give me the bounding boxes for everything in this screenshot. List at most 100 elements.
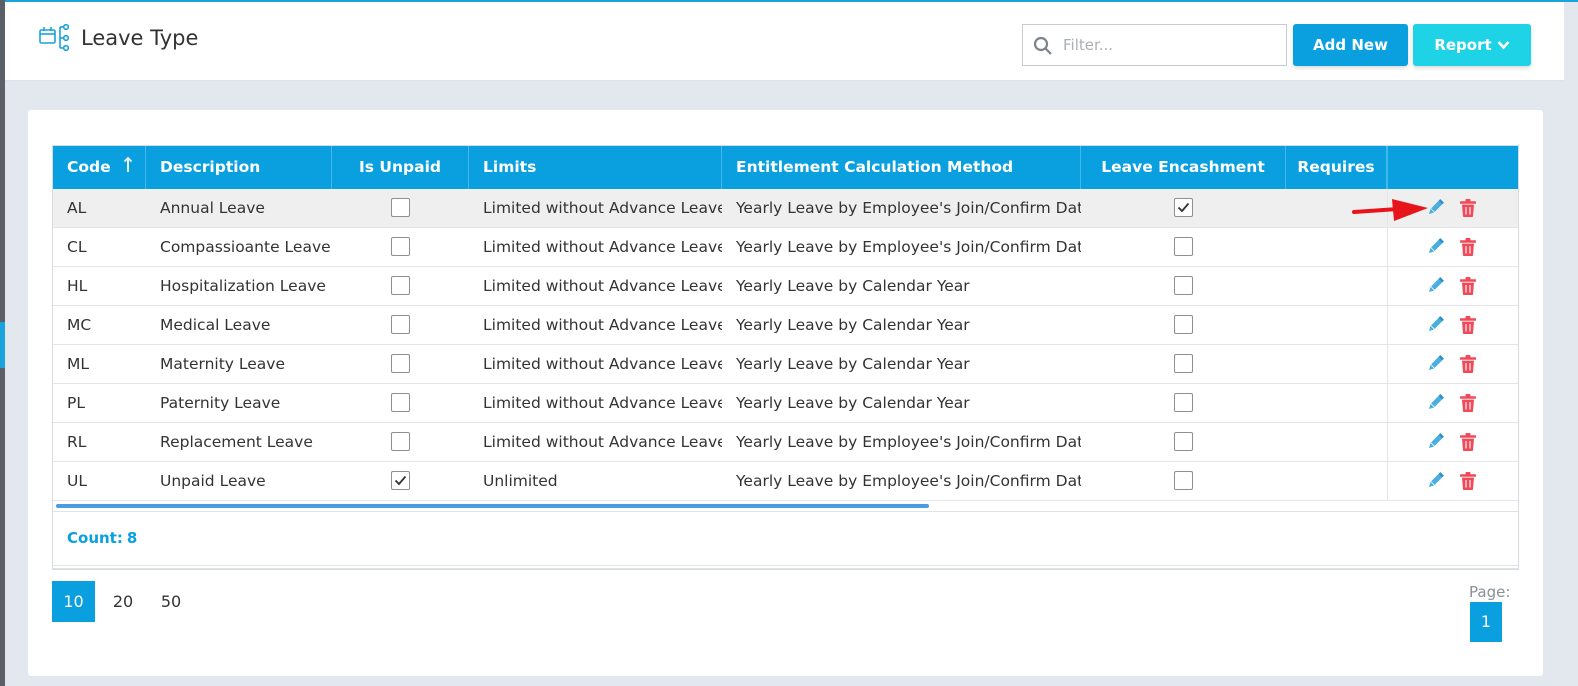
- cell-code: CL: [67, 238, 87, 256]
- trash-icon[interactable]: [1460, 316, 1476, 334]
- leave-encashment-checkbox[interactable]: [1174, 315, 1193, 334]
- pencil-icon[interactable]: [1426, 355, 1444, 373]
- page-header: Leave Type Add New Report: [5, 2, 1564, 81]
- sort-ascending-icon: [123, 156, 132, 172]
- cell-code: HL: [67, 277, 88, 295]
- report-button[interactable]: Report: [1413, 24, 1531, 66]
- cell-limits: Limited without Advance Leave: [483, 394, 722, 412]
- column-header-label: Code: [67, 158, 111, 176]
- trash-icon[interactable]: [1460, 277, 1476, 295]
- column-header-leave-encashment[interactable]: Leave Encashment: [1081, 146, 1286, 189]
- filter-input[interactable]: [1063, 31, 1278, 59]
- is-unpaid-checkbox[interactable]: [391, 315, 410, 334]
- is-unpaid-checkbox[interactable]: [391, 237, 410, 256]
- table-row[interactable]: RL Replacement Leave Limited without Advan…: [53, 423, 1518, 462]
- chevron-down-icon: [1497, 41, 1510, 50]
- page-size-10[interactable]: 10: [52, 581, 95, 622]
- is-unpaid-checkbox[interactable]: [391, 198, 410, 217]
- cell-description: Replacement Leave: [160, 433, 313, 451]
- table-row[interactable]: MC Medical Leave Limited without Advance L…: [53, 306, 1518, 345]
- cell-code: ML: [67, 355, 90, 373]
- grid-footer-border: [53, 565, 1518, 569]
- leave-type-icon: [39, 23, 70, 52]
- cell-entitlement-method: Yearly Leave by Calendar Year: [736, 355, 970, 373]
- pencil-icon[interactable]: [1426, 238, 1444, 256]
- cell-entitlement-method: Yearly Leave by Employee's Join/Confirm …: [736, 433, 1081, 451]
- page-title: Leave Type: [81, 26, 199, 50]
- table-row[interactable]: PL Paternity Leave Limited without Advance…: [53, 384, 1518, 423]
- row-actions: [1387, 384, 1518, 423]
- leave-encashment-checkbox[interactable]: [1174, 471, 1193, 490]
- table-row[interactable]: UL Unpaid Leave Unlimited Yearly Leave by E…: [53, 462, 1518, 501]
- row-actions: [1387, 267, 1518, 306]
- trash-icon[interactable]: [1460, 355, 1476, 373]
- column-header-entitlement-method[interactable]: Entitlement Calculation Method: [722, 146, 1081, 189]
- annotation-arrow: [1352, 199, 1428, 221]
- cell-limits: Limited without Advance Leave: [483, 199, 722, 217]
- cell-entitlement-method: Yearly Leave by Employee's Join/Confirm …: [736, 238, 1081, 256]
- column-header-actions: [1387, 146, 1518, 189]
- left-sidebar-strip: [0, 0, 5, 686]
- leave-encashment-checkbox[interactable]: [1174, 276, 1193, 295]
- is-unpaid-checkbox[interactable]: [391, 276, 410, 295]
- add-new-button[interactable]: Add New: [1293, 24, 1408, 66]
- pencil-icon[interactable]: [1426, 472, 1444, 490]
- trash-icon[interactable]: [1460, 238, 1476, 256]
- row-count: Count: 8: [67, 529, 137, 547]
- content-card: Code Description Is Unpaid Limits Entitl…: [28, 110, 1543, 676]
- row-actions: [1387, 345, 1518, 384]
- trash-icon[interactable]: [1460, 472, 1476, 490]
- cell-limits: Limited without Advance Leave: [483, 316, 722, 334]
- trash-icon[interactable]: [1460, 199, 1476, 217]
- grid-header: Code Description Is Unpaid Limits Entitl…: [53, 146, 1518, 189]
- cell-entitlement-method: Yearly Leave by Employee's Join/Confirm …: [736, 472, 1081, 490]
- cell-description: Hospitalization Leave: [160, 277, 326, 295]
- trash-icon[interactable]: [1460, 394, 1476, 412]
- report-button-label: Report: [1434, 36, 1492, 54]
- column-header-is-unpaid[interactable]: Is Unpaid: [332, 146, 469, 189]
- is-unpaid-checkbox[interactable]: [391, 393, 410, 412]
- leave-encashment-checkbox[interactable]: [1174, 237, 1193, 256]
- horizontal-scrollbar[interactable]: [56, 504, 929, 508]
- row-actions: [1387, 306, 1518, 345]
- cell-limits: Unlimited: [483, 472, 558, 490]
- cell-entitlement-method: Yearly Leave by Calendar Year: [736, 316, 970, 334]
- leave-encashment-checkbox[interactable]: [1174, 198, 1193, 217]
- grid-footer-divider: [53, 511, 1518, 512]
- trash-icon[interactable]: [1460, 433, 1476, 451]
- cell-code: RL: [67, 433, 87, 451]
- column-header-requires[interactable]: Requires: [1286, 146, 1387, 189]
- cell-description: Medical Leave: [160, 316, 271, 334]
- cell-code: PL: [67, 394, 85, 412]
- pencil-icon[interactable]: [1426, 316, 1444, 334]
- leave-encashment-checkbox[interactable]: [1174, 354, 1193, 373]
- cell-limits: Limited without Advance Leave: [483, 277, 722, 295]
- is-unpaid-checkbox[interactable]: [391, 471, 410, 490]
- row-actions: [1387, 228, 1518, 267]
- column-header-description[interactable]: Description: [146, 146, 332, 189]
- is-unpaid-checkbox[interactable]: [391, 432, 410, 451]
- table-row[interactable]: ML Maternity Leave Limited without Advance…: [53, 345, 1518, 384]
- pencil-icon[interactable]: [1426, 394, 1444, 412]
- pencil-icon[interactable]: [1426, 277, 1444, 295]
- page-size-20[interactable]: 20: [103, 581, 143, 622]
- count-value: 8: [126, 529, 138, 547]
- page-number-1[interactable]: 1: [1470, 602, 1502, 642]
- cell-code: MC: [67, 316, 92, 334]
- leave-encashment-checkbox[interactable]: [1174, 432, 1193, 451]
- page-label: Page:: [1469, 583, 1511, 601]
- cell-description: Unpaid Leave: [160, 472, 266, 490]
- leave-encashment-checkbox[interactable]: [1174, 393, 1193, 412]
- page-size-50[interactable]: 50: [151, 581, 191, 622]
- cell-entitlement-method: Yearly Leave by Calendar Year: [736, 394, 970, 412]
- pencil-icon[interactable]: [1426, 433, 1444, 451]
- filter-box[interactable]: [1022, 24, 1287, 66]
- cell-description: Compassioante Leave: [160, 238, 331, 256]
- table-row[interactable]: AL Annual Leave Limited without Advance Le…: [53, 189, 1518, 228]
- table-row[interactable]: HL Hospitalization Leave Limited without A…: [53, 267, 1518, 306]
- column-header-code[interactable]: Code: [53, 146, 146, 189]
- table-row[interactable]: CL Compassioante Leave Limited without Adv…: [53, 228, 1518, 267]
- is-unpaid-checkbox[interactable]: [391, 354, 410, 373]
- cell-entitlement-method: Yearly Leave by Employee's Join/Confirm …: [736, 199, 1081, 217]
- column-header-limits[interactable]: Limits: [469, 146, 722, 189]
